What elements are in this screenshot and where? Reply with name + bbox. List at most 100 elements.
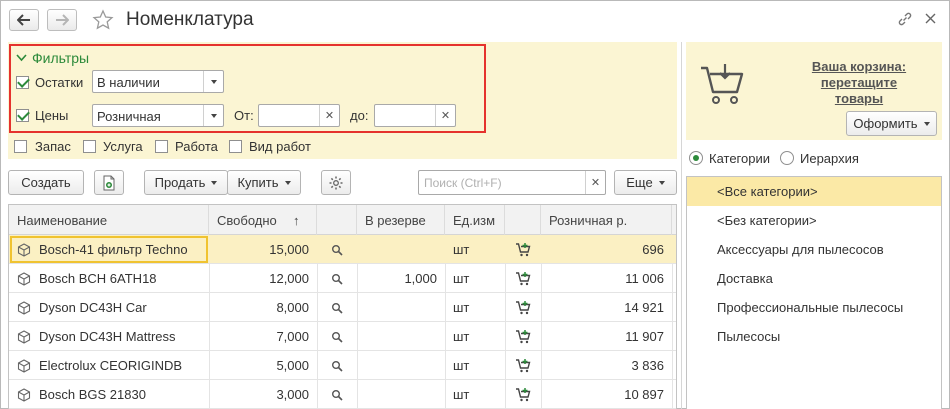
- category-item[interactable]: Профессиональные пылесосы: [687, 293, 941, 322]
- category-item[interactable]: Аксессуары для пылесосов: [687, 235, 941, 264]
- arrow-right-icon: [56, 14, 69, 26]
- dropdown-arrow-icon[interactable]: [203, 71, 223, 92]
- copy-button[interactable]: [94, 170, 124, 195]
- add-to-cart-icon: [516, 388, 531, 402]
- radio-hierarchy[interactable]: [780, 151, 794, 165]
- shopping-cart-icon: [701, 64, 744, 104]
- cell-reserve: [357, 293, 437, 322]
- cell-add-to-cart[interactable]: [505, 235, 541, 264]
- favorite-star-icon[interactable]: [92, 9, 114, 31]
- close-icon[interactable]: [925, 13, 936, 24]
- column-header-unit[interactable]: Ед.изм: [445, 205, 505, 235]
- panel-splitter[interactable]: [681, 42, 682, 409]
- clear-search-icon[interactable]: ✕: [585, 171, 605, 194]
- category-item[interactable]: <Без категории>: [687, 206, 941, 235]
- table-row[interactable]: Dyson DC43H Car 8,000 шт 14 921: [9, 293, 676, 322]
- dropdown-arrow-icon: [658, 180, 665, 185]
- table-row[interactable]: Electrolux CEORIGINDB 5,000 шт 3 836: [9, 351, 676, 380]
- cell-search[interactable]: [317, 293, 357, 322]
- settings-button[interactable]: [321, 170, 351, 195]
- cell-free: 12,000: [269, 271, 309, 286]
- cell-add-to-cart[interactable]: [505, 380, 541, 409]
- cell-unit: шт: [453, 358, 470, 373]
- cell-name: Electrolux CEORIGINDB: [17, 351, 207, 380]
- checkout-button-label: Оформить: [853, 116, 918, 131]
- cell-unit: шт: [453, 387, 470, 402]
- magnifier-icon: [332, 244, 343, 256]
- column-header-reserve[interactable]: В резерве: [357, 205, 445, 235]
- basket-drop-hint[interactable]: Ваша корзина: перетащите товары: [798, 59, 920, 107]
- table-row[interactable]: Dyson DC43H Mattress 7,000 шт 11 907: [9, 322, 676, 351]
- column-header-search: [317, 205, 357, 235]
- stock-checkbox[interactable]: [16, 76, 29, 89]
- price-from-input[interactable]: ✕: [258, 104, 340, 127]
- back-button[interactable]: [9, 9, 39, 31]
- prices-checkbox[interactable]: [16, 109, 29, 122]
- cell-add-to-cart[interactable]: [505, 264, 541, 293]
- cell-price: 11 907: [625, 329, 664, 344]
- category-item[interactable]: Доставка: [687, 264, 941, 293]
- cell-add-to-cart[interactable]: [505, 293, 541, 322]
- table-row[interactable]: Bosch BCH 6ATH18 12,000 1,000 шт 11 006: [9, 264, 676, 293]
- type-checkbox-work-kind[interactable]: [229, 140, 242, 153]
- magnifier-icon: [332, 331, 343, 343]
- radio-categories[interactable]: [689, 151, 703, 165]
- cell-free: 8,000: [276, 300, 309, 315]
- table-row[interactable]: Bosch BGS 21830 3,000 шт 10 897: [9, 380, 676, 409]
- category-item[interactable]: Пылесосы: [687, 322, 941, 351]
- search-placeholder: Поиск (Ctrl+F): [424, 176, 502, 190]
- price-to-label: до:: [350, 108, 369, 123]
- type-checkbox-work[interactable]: [155, 140, 168, 153]
- type-checkbox-stock[interactable]: [14, 140, 27, 153]
- column-header-cart: [505, 205, 541, 235]
- cell-search[interactable]: [317, 380, 357, 409]
- magnifier-icon: [332, 273, 343, 285]
- column-header-free[interactable]: Свободно ↑: [209, 205, 317, 235]
- product-box-icon: [17, 358, 31, 373]
- product-box-icon: [17, 387, 31, 402]
- cell-name: Dyson DC43H Mattress: [17, 322, 207, 351]
- arrow-left-icon: [17, 14, 30, 26]
- price-type-select[interactable]: Розничная: [92, 104, 224, 127]
- category-item[interactable]: <Все категории>: [687, 177, 941, 206]
- radio-categories-label: Категории: [709, 151, 770, 166]
- gear-icon: [329, 176, 343, 189]
- filters-toggle[interactable]: Фильтры: [16, 50, 89, 66]
- dropdown-arrow-icon[interactable]: [203, 105, 223, 126]
- clear-icon[interactable]: ✕: [319, 105, 339, 126]
- sell-button-label: Продать: [154, 175, 206, 190]
- price-to-input[interactable]: ✕: [374, 104, 456, 127]
- cell-name: Dyson DC43H Car: [17, 293, 207, 322]
- forward-button[interactable]: [47, 9, 77, 31]
- table-row[interactable]: Bosch-41 фильтр Techno 15,000 шт 696: [9, 235, 676, 264]
- chevron-down-icon: [16, 54, 27, 62]
- stock-select[interactable]: В наличии: [92, 70, 224, 93]
- cell-search[interactable]: [317, 235, 357, 264]
- column-header-price[interactable]: Розничная р.: [541, 205, 672, 235]
- sell-button[interactable]: Продать: [144, 170, 228, 195]
- checkout-button[interactable]: Оформить: [846, 111, 937, 136]
- search-input[interactable]: Поиск (Ctrl+F) ✕: [418, 170, 606, 195]
- cell-add-to-cart[interactable]: [505, 322, 541, 351]
- cell-search[interactable]: [317, 322, 357, 351]
- cell-add-to-cart[interactable]: [505, 351, 541, 380]
- cell-reserve: [357, 351, 437, 380]
- cell-name: Bosch BCH 6ATH18: [17, 264, 207, 293]
- basket-hint-line2: перетащите товары: [820, 75, 898, 106]
- add-to-cart-icon: [516, 301, 531, 315]
- clear-icon[interactable]: ✕: [435, 105, 455, 126]
- column-header-free-label: Свободно: [217, 212, 277, 228]
- type-checkbox-service[interactable]: [83, 140, 96, 153]
- link-icon[interactable]: [897, 11, 913, 27]
- cell-search[interactable]: [317, 351, 357, 380]
- create-button[interactable]: Создать: [8, 170, 84, 195]
- cell-search[interactable]: [317, 264, 357, 293]
- cell-unit: шт: [453, 271, 470, 286]
- product-box-icon: [17, 300, 31, 315]
- buy-button[interactable]: Купить: [227, 170, 301, 195]
- product-box-icon: [17, 242, 31, 257]
- magnifier-icon: [332, 360, 343, 372]
- more-button[interactable]: Еще: [614, 170, 677, 195]
- price-from-label: От:: [234, 108, 254, 123]
- column-header-name[interactable]: Наименование: [9, 205, 209, 235]
